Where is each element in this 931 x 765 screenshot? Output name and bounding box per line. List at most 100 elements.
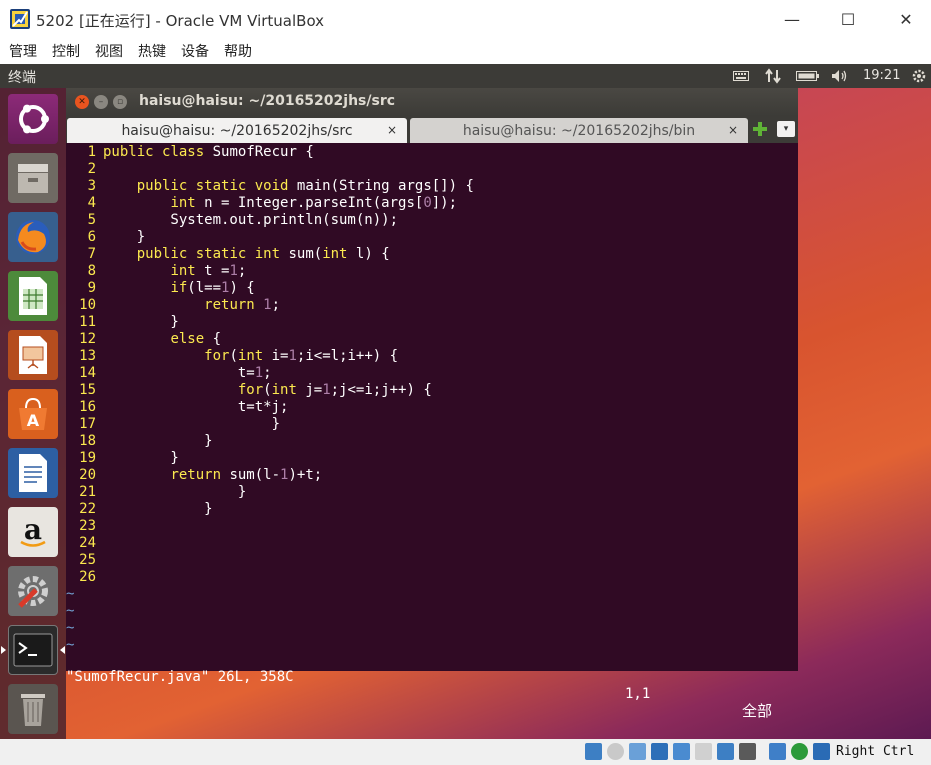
display-icon[interactable]: [717, 743, 734, 760]
power-gear-icon[interactable]: [910, 67, 928, 85]
tab-src-close-icon[interactable]: ×: [387, 123, 397, 137]
empty-buffer-tilde: ~: [66, 603, 75, 619]
code-line: 16 t=t*j;: [66, 399, 798, 416]
line-code: }: [103, 501, 213, 517]
line-number: 16: [79, 399, 96, 415]
audio-icon[interactable]: [629, 743, 646, 760]
software-center-icon[interactable]: A: [8, 389, 58, 439]
line-number: 1: [87, 144, 96, 160]
new-tab-plus-icon[interactable]: [751, 120, 769, 138]
firefox-icon[interactable]: [8, 212, 58, 262]
code-line: 6 }: [66, 229, 798, 246]
window-title: 5202 [正在运行] - Oracle VM VirtualBox: [36, 12, 325, 30]
line-number: 22: [79, 501, 96, 517]
status-scroll-all: 全部: [742, 702, 773, 720]
line-number: 6: [87, 229, 96, 245]
host-key-label: Right Ctrl: [836, 744, 915, 759]
code-line: 23: [66, 518, 798, 535]
empty-buffer-tilde: ~: [66, 586, 75, 602]
guest-additions-icon[interactable]: [791, 743, 808, 760]
terminal-minimize-button[interactable]: –: [94, 95, 108, 109]
impress-icon[interactable]: [8, 330, 58, 380]
files-icon[interactable]: [8, 153, 58, 203]
vbox-menubar: 管理 控制 视图 热键 设备 帮助: [0, 38, 931, 64]
terminal-close-button[interactable]: ✕: [75, 95, 89, 109]
tab-src[interactable]: haisu@haisu: ~/20165202jhs/src ×: [67, 118, 407, 143]
code-line: 18 }: [66, 433, 798, 450]
amazon-icon[interactable]: a: [8, 507, 58, 557]
usb-icon[interactable]: [673, 743, 690, 760]
volume-icon[interactable]: [830, 67, 850, 85]
menu-view[interactable]: 视图: [95, 41, 123, 61]
menu-help[interactable]: 帮助: [224, 41, 252, 61]
code-line: 22 }: [66, 501, 798, 518]
line-number: 4: [87, 195, 96, 211]
line-number: 25: [79, 552, 96, 568]
status-file-info: "SumofRecur.java" 26L, 358C: [66, 669, 294, 685]
menu-hotkeys[interactable]: 热键: [138, 41, 166, 61]
tab-bin-label: haisu@haisu: ~/20165202jhs/bin: [462, 122, 696, 139]
panel-clock[interactable]: 19:21: [863, 68, 900, 83]
code-line: 9 if(l==1) {: [66, 280, 798, 297]
calc-icon[interactable]: [8, 271, 58, 321]
line-code: t=t*j;: [103, 399, 289, 415]
line-number: 13: [79, 348, 96, 364]
line-number: 11: [79, 314, 96, 330]
vbox-statusbar: Right Ctrl: [0, 739, 931, 765]
line-code: System.out.println(sum(n));: [103, 212, 399, 228]
code-line: 25: [66, 552, 798, 569]
code-line: 8 int t =1;: [66, 263, 798, 280]
writer-icon[interactable]: [8, 448, 58, 498]
line-number: 20: [79, 467, 96, 483]
line-number: 12: [79, 331, 96, 347]
terminal-tabbar: haisu@haisu: ~/20165202jhs/src × haisu@h…: [66, 116, 798, 143]
line-number: 23: [79, 518, 96, 534]
code-line: 1 public class SumofRecur {: [66, 144, 798, 161]
terminal-maximize-button[interactable]: ▫: [113, 95, 127, 109]
code-line: 4 int n = Integer.parseInt(args[0]);: [66, 195, 798, 212]
network-adapter-icon[interactable]: [651, 743, 668, 760]
code-line: 14 t=1;: [66, 365, 798, 382]
code-line: 10 return 1;: [66, 297, 798, 314]
line-number: 5: [87, 212, 96, 228]
line-number: 26: [79, 569, 96, 585]
trash-icon[interactable]: [8, 684, 58, 734]
line-code: public static void main(String args[]) {: [136, 178, 474, 194]
maximize-button[interactable]: ☐: [825, 4, 871, 34]
line-code: for(int j=1;j<=i;j++) {: [237, 382, 432, 398]
terminal-icon[interactable]: [8, 625, 58, 675]
vim-buffer[interactable]: 1 public class SumofRecur { 2 3 public stat…: [66, 143, 798, 720]
line-code: else {: [170, 331, 222, 347]
code-line: 7 public static int sum(int l) {: [66, 246, 798, 263]
optical-drive-icon[interactable]: [607, 743, 624, 760]
empty-buffer-tilde: ~: [66, 620, 75, 636]
tab-bin[interactable]: haisu@haisu: ~/20165202jhs/bin ×: [410, 118, 748, 143]
svg-text:a: a: [24, 513, 42, 546]
tab-src-label: haisu@haisu: ~/20165202jhs/src: [121, 122, 353, 139]
code-line: 3 public static void main(String args[])…: [66, 178, 798, 195]
menu-devices[interactable]: 设备: [181, 41, 209, 61]
tab-bin-close-icon[interactable]: ×: [728, 123, 738, 137]
settings-icon[interactable]: [8, 566, 58, 616]
virtualbox-app-icon: [10, 9, 30, 29]
tab-menu-chevron-down-icon[interactable]: ▾: [777, 121, 795, 137]
battery-icon[interactable]: [795, 67, 821, 85]
ubuntu-dash-icon[interactable]: [8, 94, 58, 144]
hdd-icon[interactable]: [585, 743, 602, 760]
line-code: }: [103, 229, 146, 245]
minimize-button[interactable]: —: [769, 4, 815, 34]
menu-control[interactable]: 控制: [52, 41, 80, 61]
shared-folders-icon[interactable]: [695, 743, 712, 760]
active-indicator: [1, 646, 6, 654]
menu-manage[interactable]: 管理: [9, 41, 37, 61]
network-icon[interactable]: [764, 67, 782, 85]
recording-icon[interactable]: [739, 743, 756, 760]
close-button[interactable]: ✕: [883, 4, 929, 34]
status-cursor-position: 1,1: [625, 686, 651, 702]
line-code: for(int i=1;i<=l;i++) {: [204, 348, 399, 364]
keyboard-icon[interactable]: [732, 67, 750, 85]
vt-x-icon[interactable]: [769, 743, 786, 760]
line-code: public class SumofRecur {: [103, 144, 314, 160]
line-number: 18: [79, 433, 96, 449]
mouse-integration-icon[interactable]: [813, 743, 830, 760]
